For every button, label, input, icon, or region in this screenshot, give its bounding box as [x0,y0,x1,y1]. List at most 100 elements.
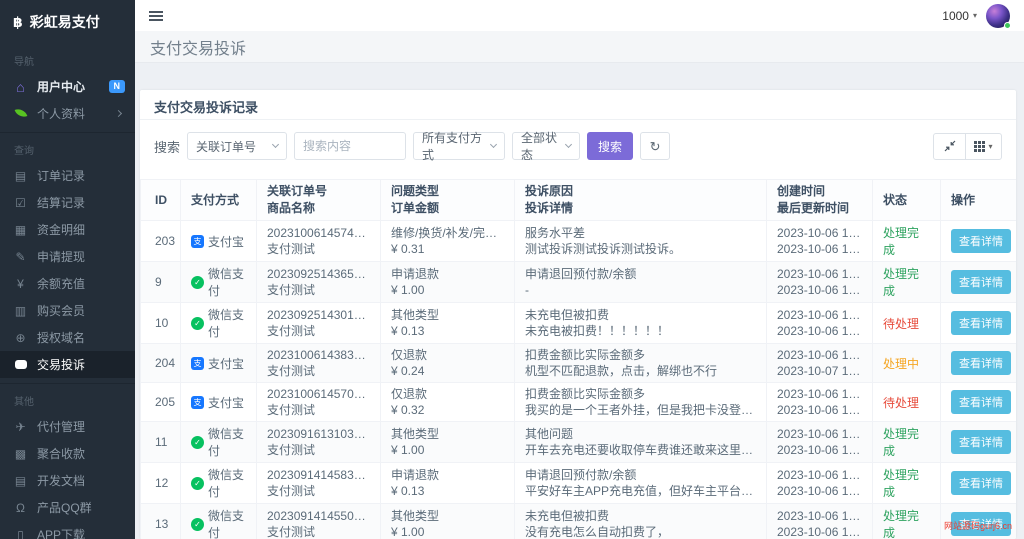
sidebar-item-产品QQ群[interactable]: Ω 产品QQ群 [0,494,135,521]
balance-dropdown[interactable]: 1000 ▾ [942,9,977,23]
sidebar-item-label: 授权域名 [37,331,86,345]
brand[interactable]: ฿ 彩虹易支付 [0,0,135,44]
cell-action: 查看详情 [940,220,1016,262]
search-label: 搜索 [154,139,181,155]
sidebar-item-结算记录[interactable]: ☑ 结算记录 [0,189,135,216]
cell-id: 11 [140,421,181,463]
sidebar-item-label: 余额充值 [37,277,86,291]
globe-icon: ⊕ [15,330,26,345]
status-badge: 待处理 [883,316,920,331]
sidebar-item-购买会员[interactable]: ▥ 购买会员 [0,297,135,324]
sidebar-item-代付管理[interactable]: ✈ 代付管理 [0,413,135,440]
fullscreen-button[interactable] [933,132,966,160]
status-badge: 处理完成 [883,226,920,257]
settlement-icon: ☑ [15,195,26,210]
pay-method-label: 支付宝 [208,395,245,410]
sidebar-item-开发文档[interactable]: ▤ 开发文档 [0,467,135,494]
pay-method-label: 微信支付 [208,427,245,458]
main-area: 1000 ▾ 支付交易投诉 支付交易投诉记录 搜索 关联订单号 搜索内容 所有支… [135,0,1024,539]
cell-time: 2023-10-06 14:59:432023-10-06 15:40:27 [766,220,873,262]
cell-order: 2023092514365480989支付测试 [256,261,381,303]
cell-reason: 扣费金额比实际金额多 机型不匹配退款，点击，解绑也不行 [514,343,767,383]
view-detail-button[interactable]: 查看详情 [951,430,1011,454]
cell-action: 查看详情 [940,462,1016,504]
alipay-icon: 支 [191,356,204,370]
view-detail-button[interactable]: 查看详情 [951,270,1011,294]
cell-reason: 服务水平差 测试投诉测试投诉测试投诉。 [514,220,767,262]
column-header: 问题类型 订单金额 [380,179,515,221]
cell-status: 待处理 [872,382,941,422]
pay-method-label: 支付宝 [208,234,245,249]
avatar[interactable] [986,3,1011,29]
chevron-down-icon [564,140,573,149]
view-detail-button[interactable]: 查看详情 [951,390,1011,414]
cell-reason: 扣费金额比实际金额多我买的是一个王者外挂，但是我把卡没登上去，登... [514,382,767,422]
topbar-right: 1000 ▾ [942,3,1011,29]
cell-status: 待处理 [872,302,941,344]
columns-button[interactable]: ▾ [965,132,1002,160]
cell-status: 处理完成 [872,503,941,539]
cell-status: 处理中 [872,343,941,383]
cell-issue: 其他类型 ¥ 1.00 [380,421,515,463]
view-detail-button[interactable]: 查看详情 [951,229,1011,253]
doc-icon: ▤ [14,473,27,488]
cell-action: 查看详情 [940,302,1016,344]
cell-pay-method: 支支付宝 [180,343,257,383]
send-icon: ✈ [15,419,26,434]
cell-order: 2023091613103888769支付测试 [256,421,381,463]
view-detail-button[interactable]: 查看详情 [951,471,1011,495]
cell-time: 2023-10-06 14:50:132023-10-07 10:14:17 [766,343,873,383]
sidebar-item-聚合收款[interactable]: ▩ 聚合收款 [0,440,135,467]
sidebar-item-订单记录[interactable]: ▤ 订单记录 [0,162,135,189]
sidebar-item-资金明细[interactable]: ▦ 资金明细 [0,216,135,243]
sidebar-item-授权域名[interactable]: ⊕ 授权域名 [0,324,135,351]
cell-id: 205 [140,382,181,422]
table-row: 11 ✓ 微信支付 2023091613103888769支付测试其他类型¥ 1.00… [140,421,1016,463]
sidebar-item-label: 申请提现 [37,250,86,264]
search-button[interactable]: 搜索 [587,132,634,160]
cell-id: 13 [140,503,181,539]
view-detail-button[interactable]: 查看详情 [951,351,1011,375]
cell-issue: 申请退款 ¥ 1.00 [380,261,515,303]
refresh-button[interactable]: ↻ [640,132,671,160]
sidebar-toggle-icon[interactable] [149,10,163,21]
mobile-icon: ▯ [17,527,24,539]
content: 支付交易投诉记录 搜索 关联订单号 所有支付方式 全部状态 [135,63,1024,539]
view-detail-button[interactable]: 查看详情 [951,311,1011,335]
status-select[interactable]: 全部状态 [512,131,581,162]
sidebar-item-余额充值[interactable]: ¥ 余额充值 [0,270,135,297]
cell-reason: 未充电但被扣费 没有充电怎么自动扣费了， [514,503,767,539]
table-row: 12 ✓ 微信支付 2023091414583018526支付测试申请退款¥ 0.13… [140,462,1016,504]
search-toolbar: 搜索 关联订单号 所有支付方式 全部状态 搜索 ↻ [140,131,1016,162]
sidebar-item-申请提现[interactable]: ✎ 申请提现 [0,243,135,270]
online-status-dot [1004,21,1011,29]
sidebar-item-APP下载[interactable]: ▯ APP下载 [0,521,135,539]
sidebar-item-label: 购买会员 [37,304,86,318]
order-list-icon: ▤ [14,168,27,183]
pay-method-select[interactable]: 所有支付方式 [413,131,506,162]
cell-status: 处理完成 [872,462,941,504]
sidebar-item-交易投诉[interactable]: 交易投诉 [0,351,135,378]
card-title: 支付交易投诉记录 [140,90,1016,120]
sidebar: ฿ 彩虹易支付 导航 ⌂ 用户中心 N 个人资料 查询 ▤ 订单记录 ☑ 结算记录 ▦ 资金明细 ✎ 申请… [0,0,135,539]
sidebar-item-个人资料[interactable]: 个人资料 [0,100,135,127]
sidebar-item-label: 订单记录 [37,169,86,183]
cell-pay-method: ✓ 微信支付 [180,302,257,344]
sidebar-section-label: 导航 [14,57,34,68]
sidebar-item-label: 开发文档 [37,474,86,488]
cell-issue: 申请退款 ¥ 0.13 [380,462,515,504]
status-badge: 处理中 [883,356,920,371]
column-header: 状态 [872,179,941,221]
search-type-select[interactable]: 关联订单号 [187,132,288,160]
pay-method-label: 微信支付 [208,267,245,298]
wechat-icon: ✓ [191,316,204,330]
cell-order: 2023100614574743482支付测试 [256,220,381,262]
table-row: 10 ✓ 微信支付 2023092514301286070支付测试其他类型¥ 0.13… [140,302,1016,344]
status-badge: 处理完成 [883,267,920,298]
chevron-right-icon [114,109,123,118]
chevron-down-icon: ▾ [988,141,993,151]
search-input[interactable] [294,132,407,160]
sidebar-item-用户中心[interactable]: ⌂ 用户中心 N [0,73,135,100]
table-row: 203支支付宝2023100614574743482支付测试维修/换货/补发/完… [140,220,1016,262]
page-title: 支付交易投诉 [150,40,247,58]
